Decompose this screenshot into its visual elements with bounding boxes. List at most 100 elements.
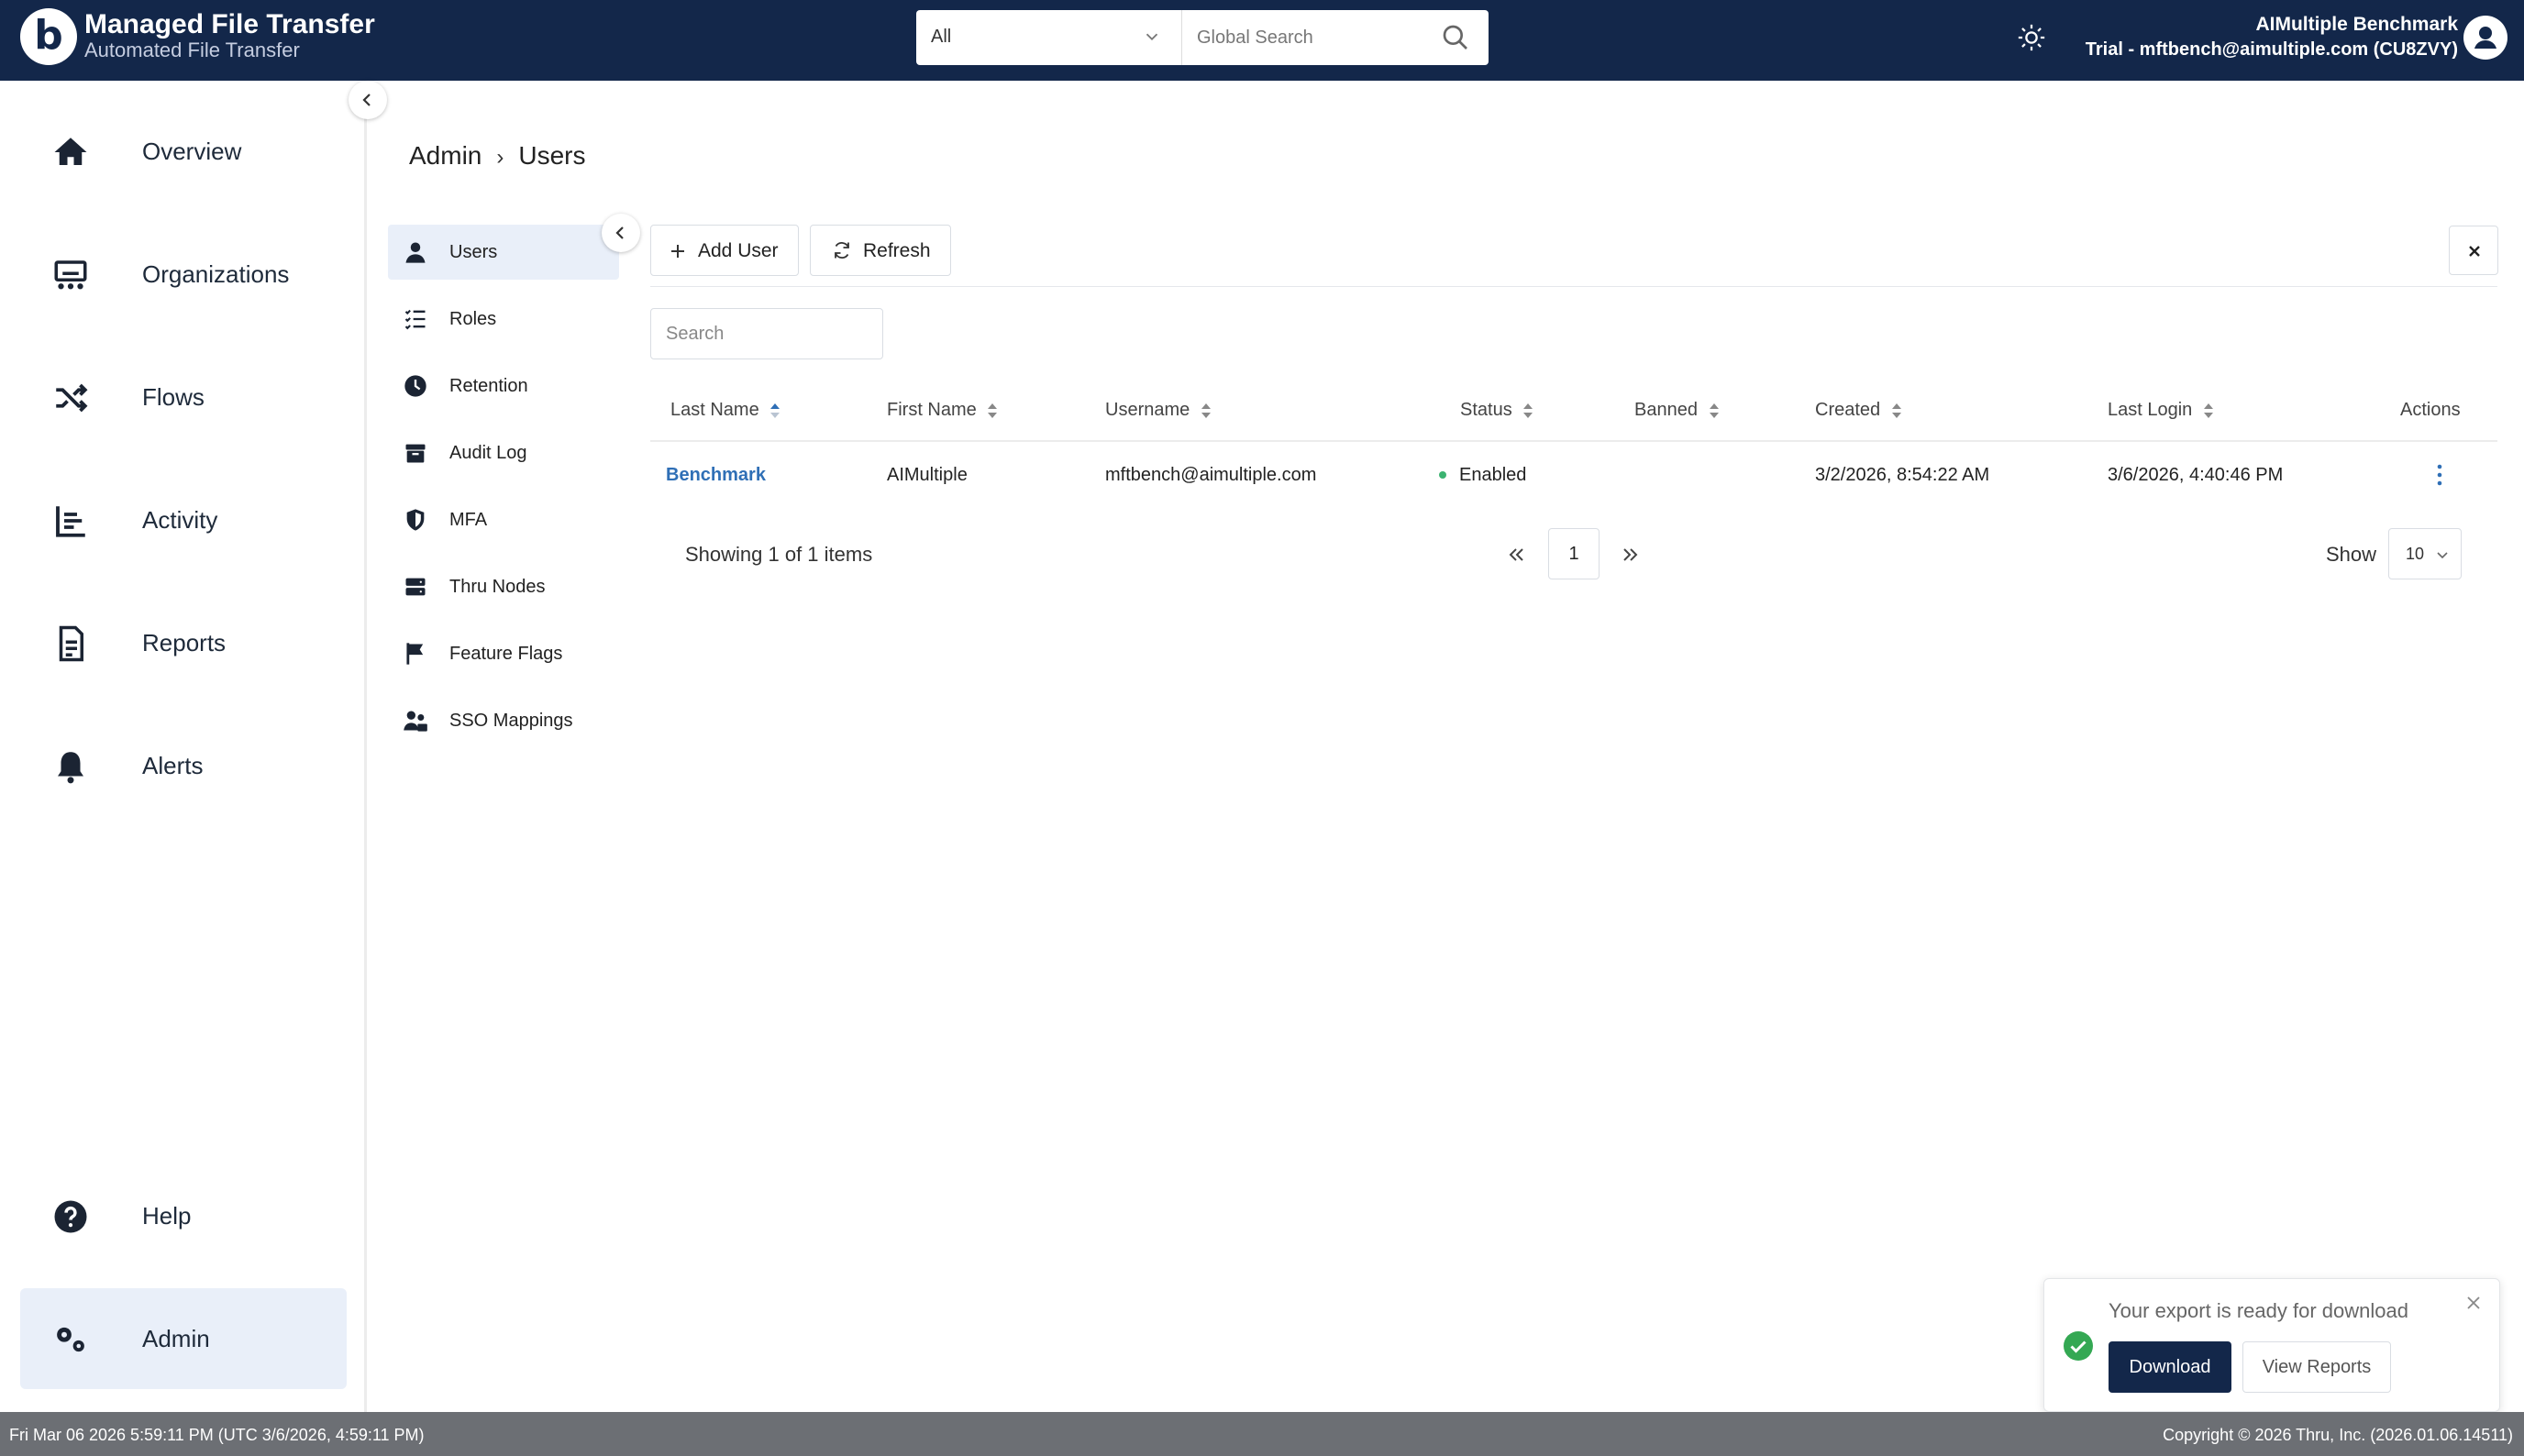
column-header-label: First Name xyxy=(887,400,977,420)
column-header-label: Username xyxy=(1105,400,1190,420)
footer-timestamp: Fri Mar 06 2026 5:59:11 PM (UTC 3/6/2026… xyxy=(9,1426,425,1444)
subnav-item-retention[interactable]: Retention xyxy=(388,358,619,414)
success-check-icon xyxy=(2064,1331,2093,1361)
table-search-input[interactable] xyxy=(650,308,883,359)
gears-icon xyxy=(57,1327,84,1352)
column-header-label: Banned xyxy=(1634,400,1698,420)
subnav-item-label: Users xyxy=(449,242,498,262)
sidebar-item-organizations[interactable]: Organizations xyxy=(20,224,347,325)
subnav-item-thru-nodes[interactable]: Thru Nodes xyxy=(388,559,619,614)
subnav-item-feature-flags[interactable]: Feature Flags xyxy=(388,626,619,681)
column-header-last-login[interactable]: Last Login xyxy=(2108,400,2214,421)
status-bar: Fri Mar 06 2026 5:59:11 PM (UTC 3/6/2026… xyxy=(0,1412,2524,1456)
sort-ascending-icon xyxy=(770,403,780,418)
sidebar-item-help[interactable]: Help xyxy=(20,1165,347,1266)
sidebar-item-label: Organizations xyxy=(142,260,290,288)
shield-icon xyxy=(406,509,425,531)
close-icon[interactable] xyxy=(2463,1292,2485,1314)
top-bar: b Managed File Transfer Automated File T… xyxy=(0,0,2524,81)
subnav-item-users[interactable]: Users xyxy=(388,225,619,280)
global-search-input[interactable] xyxy=(1197,21,1426,54)
last-page-icon[interactable] xyxy=(1619,541,1643,568)
sort-icon xyxy=(1523,403,1533,418)
refresh-label: Refresh xyxy=(863,240,931,261)
sidebar-item-flows[interactable]: Flows xyxy=(20,347,347,447)
chevron-down-icon xyxy=(2437,552,2448,559)
column-header-label: Created xyxy=(1815,400,1881,420)
search-scope-select[interactable]: All xyxy=(916,10,1182,65)
add-user-button[interactable]: Add User xyxy=(650,225,799,276)
chevron-down-icon xyxy=(1146,33,1158,41)
cell-username: mftbench@aimultiple.com xyxy=(1105,465,1317,485)
column-header-first-name[interactable]: First Name xyxy=(887,400,998,421)
chevron-left-icon xyxy=(615,226,624,239)
avatar[interactable] xyxy=(2463,16,2507,60)
close-icon xyxy=(2469,246,2480,257)
refresh-icon xyxy=(835,242,849,259)
column-header-banned[interactable]: Banned xyxy=(1634,400,1720,421)
download-button[interactable]: Download xyxy=(2109,1341,2231,1393)
column-header-username[interactable]: Username xyxy=(1105,400,1212,421)
subnav-item-label: Audit Log xyxy=(449,443,527,463)
breadcrumb-parent[interactable]: Admin xyxy=(409,141,482,170)
view-reports-button[interactable]: View Reports xyxy=(2242,1341,2391,1393)
sidebar-item-label: Admin xyxy=(142,1325,210,1352)
column-header-created[interactable]: Created xyxy=(1815,400,1902,421)
chart-icon xyxy=(56,506,85,537)
home-icon xyxy=(54,138,87,165)
breadcrumb-current: Users xyxy=(518,141,586,170)
sidebar-item-label: Activity xyxy=(142,506,218,534)
server-icon xyxy=(405,578,426,596)
export-toast: Your export is ready for download Downlo… xyxy=(2043,1278,2500,1412)
row-actions-icon[interactable] xyxy=(2432,460,2447,490)
sidebar-item-overview[interactable]: Overview xyxy=(20,101,347,202)
status-dot xyxy=(1439,471,1446,479)
cell-last-name-link[interactable]: Benchmark xyxy=(666,465,766,486)
column-header-last-name[interactable]: Last Name xyxy=(670,400,780,421)
subnav-item-label: Feature Flags xyxy=(449,644,563,664)
chevron-left-icon xyxy=(362,94,371,106)
subnav-item-mfa[interactable]: MFA xyxy=(388,492,619,547)
flag-icon xyxy=(406,643,424,665)
add-user-label: Add User xyxy=(698,240,779,261)
page-size-select[interactable]: 10 xyxy=(2388,528,2462,579)
subnav-collapse-button[interactable] xyxy=(602,214,640,252)
clock-icon xyxy=(404,375,426,397)
column-header-actions: Actions xyxy=(2400,400,2461,420)
shuffle-icon xyxy=(56,383,88,413)
sidebar-item-label: Flows xyxy=(142,383,205,411)
subnav-item-label: SSO Mappings xyxy=(449,711,573,731)
subnav-item-roles[interactable]: Roles xyxy=(388,292,619,347)
toast-message: Your export is ready for download xyxy=(2109,1299,2408,1322)
cell-last-login: 3/6/2026, 4:40:46 PM xyxy=(2108,465,2284,485)
first-page-icon[interactable] xyxy=(1504,541,1528,568)
bell-icon xyxy=(58,752,83,784)
app-title: Managed File Transfer xyxy=(84,9,375,39)
toolbar-divider xyxy=(650,286,2497,287)
sidebar-item-activity[interactable]: Activity xyxy=(20,469,347,570)
subnav-item-label: MFA xyxy=(449,510,488,530)
app-logo[interactable]: b xyxy=(20,8,77,65)
cell-first-name: AIMultiple xyxy=(887,465,968,485)
users-icon xyxy=(404,711,427,732)
search-icon[interactable] xyxy=(1441,23,1470,52)
breadcrumb-separator: › xyxy=(496,145,504,170)
table-header-divider xyxy=(650,440,2497,442)
sort-icon xyxy=(1709,403,1719,418)
footer-copyright: Copyright © 2026 Thru, Inc. (2026.01.06.… xyxy=(2163,1426,2513,1444)
sort-icon xyxy=(988,403,998,418)
sidebar-collapse-button[interactable] xyxy=(349,81,387,119)
refresh-button[interactable]: Refresh xyxy=(810,225,951,276)
pagination-summary: Showing 1 of 1 items xyxy=(685,543,873,566)
close-panel-button[interactable] xyxy=(2449,226,2498,275)
user-name: AIMultiple Benchmark xyxy=(2255,14,2458,35)
sidebar-item-alerts[interactable]: Alerts xyxy=(20,715,347,816)
subnav-item-audit-log[interactable]: Audit Log xyxy=(388,425,619,480)
sidebar-item-reports[interactable]: Reports xyxy=(20,592,347,693)
theme-toggle-icon[interactable] xyxy=(2016,22,2047,53)
column-header-status[interactable]: Status xyxy=(1460,400,1533,421)
subnav-item-sso-mappings[interactable]: SSO Mappings xyxy=(388,693,619,748)
page-number[interactable]: 1 xyxy=(1548,528,1600,579)
sidebar-item-admin[interactable]: Admin xyxy=(20,1288,347,1389)
page-size-label: Show xyxy=(2326,543,2377,566)
